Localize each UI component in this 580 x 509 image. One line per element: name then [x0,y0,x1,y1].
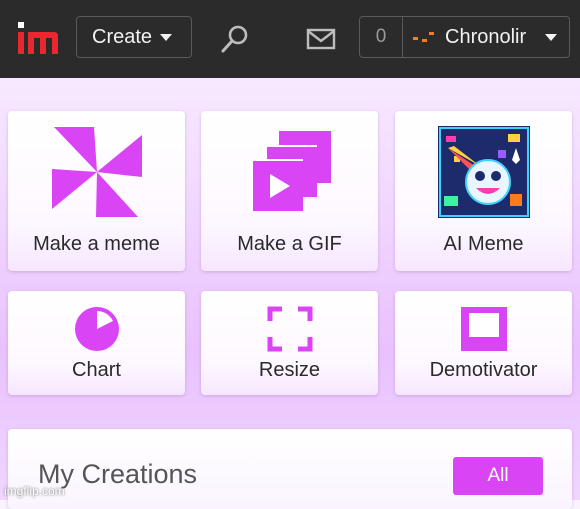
user-avatar-icon [413,32,434,42]
imgflip-logo[interactable] [16,22,60,56]
tile-label: Demotivator [429,359,538,381]
ai-robot-face-icon [437,126,530,218]
make-a-gif-tile[interactable]: Make a GIF [201,111,378,271]
make-a-meme-tile[interactable]: Make a meme [8,111,185,271]
chevron-down-icon [160,33,173,41]
my-creations-section: My Creations All [8,429,572,509]
notification-count-button[interactable]: 0 [359,16,403,58]
tile-label: Resize [258,359,321,381]
watermark: imgflip.com [4,484,65,498]
resize-tile[interactable]: Resize [201,291,378,395]
create-dropdown-button[interactable]: Create [76,16,192,58]
stacked-frames-play-icon [250,131,331,211]
tile-label: Make a GIF [237,233,342,255]
user-menu-button[interactable]: Chronolir [402,16,570,58]
mail-icon[interactable] [306,28,336,50]
pinwheel-icon [51,127,142,217]
ai-meme-tile[interactable]: AI Meme [395,111,572,271]
chevron-down-icon [545,33,557,41]
resize-corners-icon [267,306,312,352]
notification-count: 0 [375,26,387,47]
demotivator-tile[interactable]: Demotivator [395,291,572,395]
tile-label: Chart [72,359,121,381]
username: Chronolir [445,25,527,48]
tile-label: AI Meme [443,233,524,255]
framed-picture-icon [460,307,507,351]
all-creations-button[interactable]: All [453,457,543,495]
tile-label: Make a meme [33,233,160,255]
top-navigation-bar: Create 0 Chronolir [0,0,580,78]
search-icon[interactable] [220,24,250,54]
pie-chart-icon [74,307,119,351]
create-label: Create [92,25,153,48]
chart-tile[interactable]: Chart [8,291,185,395]
